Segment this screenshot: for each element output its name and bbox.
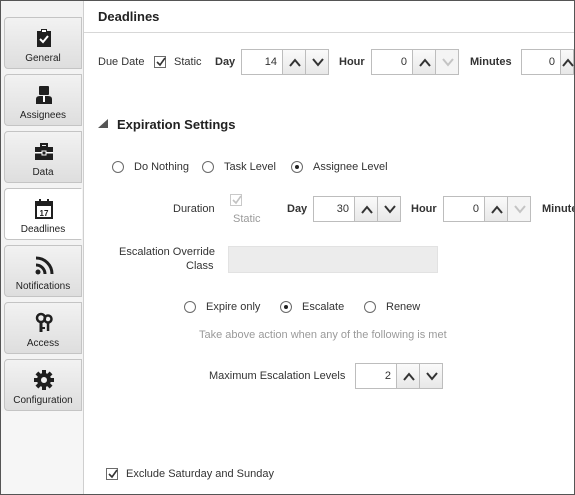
duration-hour-increment[interactable] xyxy=(484,196,508,222)
duration-day-label: Day xyxy=(287,203,308,215)
chevron-up-icon xyxy=(361,205,373,214)
radio-task-level[interactable] xyxy=(202,161,214,173)
radio-do-nothing[interactable] xyxy=(112,161,124,173)
sidebar-item-label: Assignees xyxy=(19,110,67,121)
chevron-up-icon xyxy=(403,372,415,381)
due-date-minutes-label: Minutes xyxy=(470,56,512,68)
briefcase-icon xyxy=(35,143,53,160)
sidebar: General Assignees Data 17 Deadlines Noti… xyxy=(1,1,84,494)
radio-escalate-label: Escalate xyxy=(302,301,345,313)
due-date-day-decrement[interactable] xyxy=(305,49,329,75)
due-date-hour-decrement[interactable] xyxy=(435,49,459,75)
due-date-hour-label: Hour xyxy=(339,56,365,68)
duration-day-input[interactable]: 30 xyxy=(313,196,355,222)
radio-task-level-label: Task Level xyxy=(224,161,276,173)
sidebar-item-label: Data xyxy=(32,167,54,178)
exclude-weekend-label: Exclude Saturday and Sunday xyxy=(126,468,274,480)
duration-static-checkbox[interactable] xyxy=(230,194,242,206)
sidebar-filler xyxy=(1,411,83,494)
keys-icon xyxy=(35,312,53,332)
main-content: Deadlines Due Date Static Day 14 Hour 0 … xyxy=(84,1,574,494)
user-icon xyxy=(36,86,52,104)
sidebar-item-general[interactable]: General xyxy=(4,17,82,69)
escalation-override-class-field[interactable] xyxy=(228,246,438,273)
due-date-minutes-increment[interactable] xyxy=(560,49,574,75)
due-date-day-label: Day xyxy=(215,56,236,68)
chevron-down-icon xyxy=(442,58,454,67)
chevron-up-icon xyxy=(419,58,431,67)
check-icon xyxy=(232,195,242,205)
expiration-settings-title: Expiration Settings xyxy=(117,117,236,132)
max-escalation-levels-label: Maximum Escalation Levels xyxy=(209,370,346,382)
sidebar-item-label: General xyxy=(25,53,61,64)
due-date-static-label: Static xyxy=(174,56,202,68)
chevron-down-icon xyxy=(384,205,396,214)
chevron-down-icon xyxy=(312,58,324,67)
due-date-static-checkbox[interactable] xyxy=(154,56,166,68)
duration-label: Duration xyxy=(173,203,215,215)
check-icon xyxy=(108,469,118,479)
panel-header: Deadlines xyxy=(84,1,574,33)
radio-assignee-level[interactable] xyxy=(291,161,303,173)
sidebar-item-access[interactable]: Access xyxy=(4,302,82,354)
page-title: Deadlines xyxy=(98,9,160,24)
radio-expire-only-label: Expire only xyxy=(206,301,261,313)
sidebar-item-notifications[interactable]: Notifications xyxy=(4,245,82,297)
clipboard-check-icon xyxy=(37,29,51,47)
due-date-label: Due Date xyxy=(98,56,145,68)
radio-renew-label: Renew xyxy=(386,301,421,313)
gear-icon xyxy=(34,370,54,390)
exclude-weekend-checkbox[interactable] xyxy=(106,468,118,480)
max-escalation-levels-decrement[interactable] xyxy=(419,363,443,389)
chevron-up-icon xyxy=(289,58,301,67)
check-icon xyxy=(156,57,166,67)
duration-day-decrement[interactable] xyxy=(377,196,401,222)
deadlines-panel: General Assignees Data 17 Deadlines Noti… xyxy=(0,0,575,495)
duration-day-increment[interactable] xyxy=(354,196,378,222)
sidebar-item-data[interactable]: Data xyxy=(4,131,82,183)
due-date-day-increment[interactable] xyxy=(282,49,306,75)
duration-hour-input[interactable]: 0 xyxy=(443,196,485,222)
sidebar-item-assignees[interactable]: Assignees xyxy=(4,74,82,126)
chevron-up-icon xyxy=(491,205,503,214)
radio-renew[interactable] xyxy=(364,301,376,313)
due-date-day-input[interactable]: 14 xyxy=(241,49,283,75)
duration-hour-decrement[interactable] xyxy=(507,196,531,222)
max-escalation-levels-input[interactable]: 2 xyxy=(355,363,397,389)
calendar-icon: 17 xyxy=(35,199,53,219)
duration-minutes-label: Minute xyxy=(542,203,575,215)
sidebar-item-configuration[interactable]: Configuration xyxy=(4,359,82,411)
due-date-hour-increment[interactable] xyxy=(412,49,436,75)
due-date-minutes-input[interactable]: 0 xyxy=(521,49,561,75)
sidebar-item-label: Deadlines xyxy=(20,224,66,235)
action-hint: Take above action when any of the follow… xyxy=(199,329,447,341)
radio-escalate[interactable] xyxy=(280,301,292,313)
radio-assignee-level-label: Assignee Level xyxy=(313,161,388,173)
escalation-override-label: Escalation Override xyxy=(119,246,215,258)
sidebar-item-label: Notifications xyxy=(15,281,71,292)
escalation-override-label-class: Class xyxy=(186,260,214,272)
chevron-down-icon xyxy=(514,205,526,214)
duration-hour-label: Hour xyxy=(411,203,437,215)
rss-icon xyxy=(35,256,54,275)
sidebar-item-label: Access xyxy=(26,338,60,349)
calendar-day: 17 xyxy=(40,209,49,218)
collapse-triangle-icon[interactable] xyxy=(98,119,108,128)
chevron-up-icon xyxy=(562,58,574,67)
radio-expire-only[interactable] xyxy=(184,301,196,313)
duration-static-label: Static xyxy=(233,213,261,225)
due-date-hour-input[interactable]: 0 xyxy=(371,49,413,75)
sidebar-item-label: Configuration xyxy=(13,395,73,406)
radio-do-nothing-label: Do Nothing xyxy=(134,161,190,173)
chevron-down-icon xyxy=(426,372,438,381)
max-escalation-levels-increment[interactable] xyxy=(396,363,420,389)
sidebar-item-deadlines[interactable]: 17 Deadlines xyxy=(4,188,82,240)
